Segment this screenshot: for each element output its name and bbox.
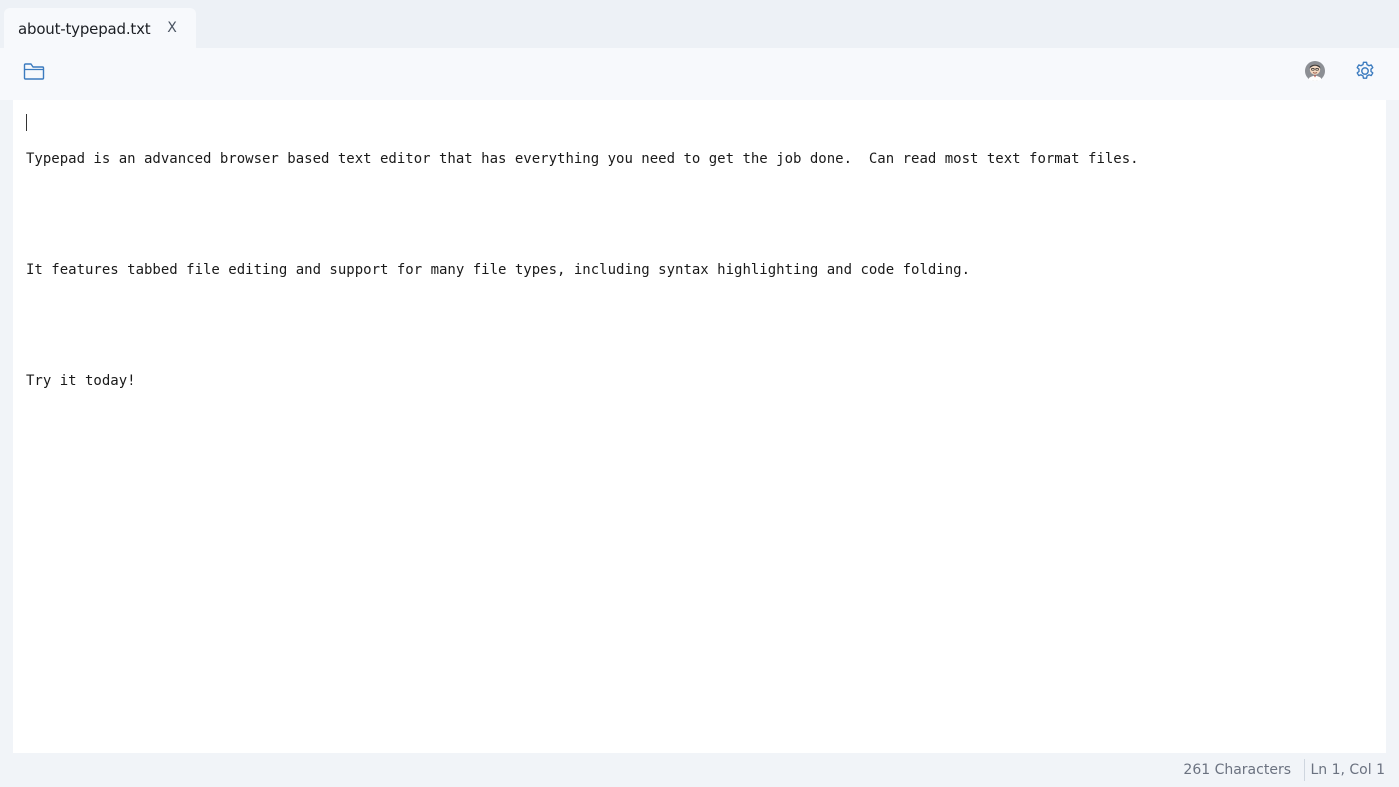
status-bar: 261 Characters Ln 1, Col 1: [0, 753, 1399, 787]
editor-line[interactable]: Typepad is an advanced browser based tex…: [26, 150, 1376, 169]
editor-content[interactable]: Typepad is an advanced browser based tex…: [26, 113, 1376, 428]
text-editor[interactable]: Typepad is an advanced browser based tex…: [13, 100, 1386, 753]
tab-label[interactable]: about-typepad.txt: [18, 20, 151, 38]
editor-line[interactable]: Try it today!: [26, 372, 1376, 391]
typepad-app: about-typepad.txt X Typepad is an advanc…: [0, 0, 1399, 787]
cursor-position: Ln 1, Col 1: [1310, 762, 1385, 778]
editor-line[interactable]: ​: [26, 206, 1376, 225]
user-avatar-icon: [1304, 60, 1326, 87]
editor-line[interactable]: ​: [26, 317, 1376, 336]
open-file-button[interactable]: [20, 59, 48, 87]
settings-button[interactable]: [1351, 59, 1379, 87]
editor-line[interactable]: It features tabbed file editing and supp…: [26, 261, 1376, 280]
folder-icon: [23, 61, 45, 86]
tab-close-button[interactable]: X: [162, 18, 182, 38]
user-avatar-button[interactable]: [1301, 59, 1329, 87]
gear-icon: [1354, 60, 1376, 87]
status-divider: [1304, 759, 1305, 781]
tab-about-typepad[interactable]: about-typepad.txt X: [4, 8, 196, 48]
tab-bar: about-typepad.txt X: [0, 0, 1399, 48]
character-count: 261 Characters: [1183, 762, 1291, 778]
toolbar: [0, 48, 1399, 100]
